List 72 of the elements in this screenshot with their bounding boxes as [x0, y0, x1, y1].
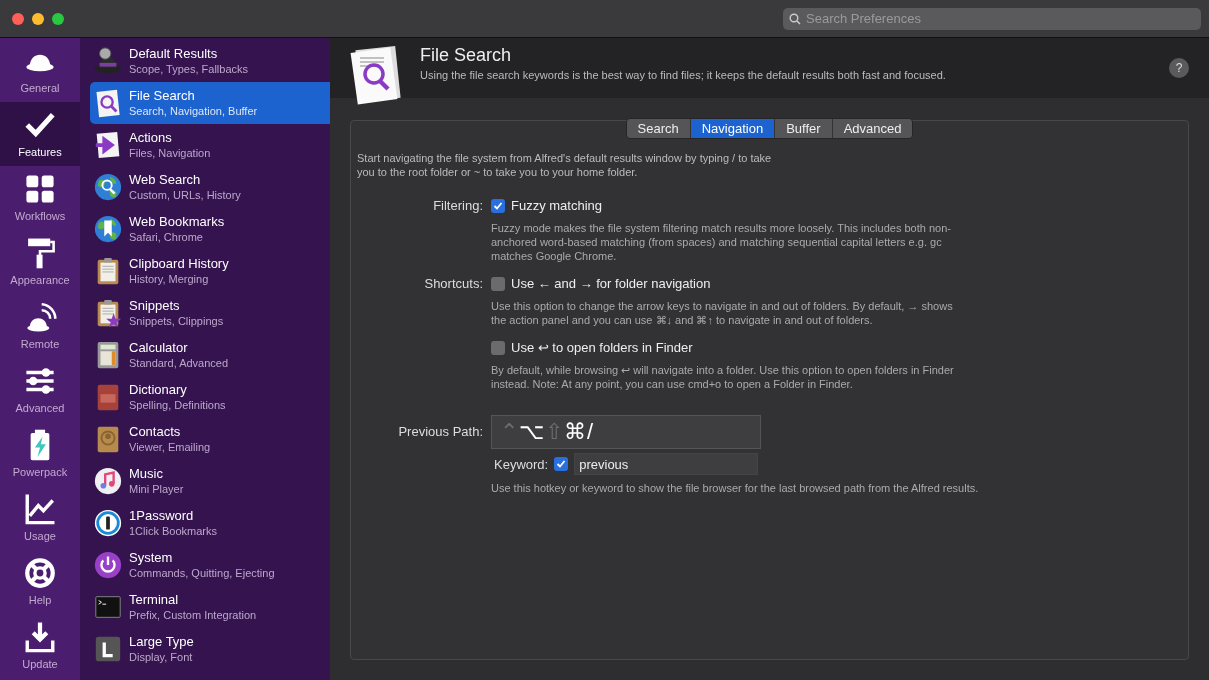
page-description: Using the file search keywords is the best way to find files; it keeps the default results both fast and focused. — [420, 69, 947, 81]
feature-item[interactable]: 1Password 1Click Bookmarks — [90, 502, 330, 544]
feature-item[interactable]: Default Results Scope, Types, Fallbacks — [90, 40, 330, 82]
help-text: Fuzzy mode makes the file system filtering match results more loosely. This includes both non-anchored word-based matching (from spaces) and matching sequential capital letters e.g. gc matches Google Chrome. — [491, 221, 952, 263]
feature-item[interactable]: Snippets Snippets, Clippings — [90, 292, 330, 334]
rail-item[interactable]: Features — [0, 102, 80, 166]
page-title: File Search — [420, 45, 513, 66]
option-label: Use ↩ to open folders in Finder — [511, 339, 693, 357]
minimize-button[interactable] — [32, 12, 44, 25]
hotkey-symbol: / — [587, 419, 594, 445]
rail-item[interactable]: Remote — [0, 294, 80, 358]
search-field[interactable]: Search Preferences — [783, 7, 1201, 30]
chart-icon — [23, 492, 57, 526]
feature-item[interactable]: File Search Search, Navigation, Buffer — [90, 82, 330, 124]
letter-tile-icon — [93, 634, 123, 664]
rail-item[interactable]: Powerpack — [0, 422, 80, 486]
setting-label: Filtering: — [433, 197, 483, 215]
help-text: Use this hotkey or keyword to show the file browser for the last browsed path from the Alfred results. — [491, 481, 980, 495]
music-note-icon — [93, 466, 123, 496]
search-icon — [789, 12, 801, 25]
tab[interactable]: Navigation — [690, 119, 776, 138]
feature-item[interactable]: Web Search Custom, URLs, History — [90, 166, 330, 208]
feature-item[interactable]: Clipboard History History, Merging — [90, 250, 330, 292]
help-text: By default, while browsing ↩ will navigate into a folder. Use this option to open folders in Finder instead. Note: At any point, you can use cmd+o to open a Folder in Finder. — [491, 363, 955, 391]
document-magnifier-icon — [350, 44, 404, 106]
feature-item[interactable]: Terminal Prefix, Custom Integration — [90, 586, 330, 628]
rail-item[interactable]: General — [0, 38, 80, 102]
lifebuoy-icon — [23, 556, 57, 590]
feature-item[interactable]: Contacts Viewer, Emailing — [90, 418, 330, 460]
tab[interactable]: Search — [626, 119, 691, 138]
feature-item[interactable]: System Commands, Quitting, Ejecting — [90, 544, 330, 586]
globe-magnifier-icon — [93, 172, 123, 202]
rail-item[interactable]: Usage — [0, 486, 80, 550]
hotkey-symbol: ⇧ — [545, 419, 563, 445]
keyword-field[interactable]: previous — [574, 453, 759, 475]
hotkey-symbol: ⌃ — [500, 419, 518, 445]
intro-text: Start navigating the file system from Alfred's default results window by typing / to take you to the root folder or ~ to take you to your home folder. — [357, 151, 772, 179]
power-icon — [93, 550, 123, 580]
checkbox[interactable] — [554, 457, 569, 471]
rail-item[interactable]: Advanced — [0, 358, 80, 422]
feature-item[interactable]: Music Mini Player — [90, 460, 330, 502]
feature-item[interactable]: Large Type Display, Font — [90, 628, 330, 670]
hat-icon — [93, 46, 123, 76]
rail-item[interactable]: Help — [0, 550, 80, 614]
grid-icon — [23, 172, 57, 206]
hotkey-field[interactable]: ⌃⌥⇧⌘/ — [491, 415, 761, 449]
keyhole-icon — [93, 508, 123, 538]
option-label: Fuzzy matching — [511, 197, 603, 215]
keyword-label: Keyword: — [494, 456, 549, 472]
help-button[interactable]: ? — [1169, 58, 1189, 78]
feature-item[interactable]: Actions Files, Navigation — [90, 124, 330, 166]
setting-label: Previous Path: — [398, 423, 483, 441]
checkbox[interactable] — [491, 199, 505, 213]
tab[interactable]: Buffer — [775, 119, 833, 138]
rail-item[interactable]: Update — [0, 614, 80, 678]
download-icon — [23, 620, 57, 654]
zoom-button[interactable] — [52, 12, 64, 25]
hotkey-symbol: ⌥ — [519, 419, 544, 445]
tab[interactable]: Advanced — [832, 119, 913, 138]
hotkey-symbol: ⌘ — [564, 419, 586, 445]
close-button[interactable] — [12, 12, 24, 25]
feature-item[interactable]: Calculator Standard, Advanced — [90, 334, 330, 376]
option-label: Use ← and → for folder navigation — [511, 275, 711, 293]
feature-item[interactable]: Dictionary Spelling, Definitions — [90, 376, 330, 418]
rail-item[interactable]: Workflows — [0, 166, 80, 230]
globe-bookmark-icon — [93, 214, 123, 244]
checkbox[interactable] — [491, 277, 505, 291]
rail-item[interactable]: Appearance — [0, 230, 80, 294]
help-text: Use this option to change the arrow keys to navigate in and out of folders. By default, → shows the action panel and you can use ⌘↓ and ⌘↑ to navigate in and out of folders. — [491, 299, 954, 327]
setting-label: Shortcuts: — [424, 275, 483, 293]
feature-item[interactable]: Web Bookmarks Safari, Chrome — [90, 208, 330, 250]
checkbox[interactable] — [491, 341, 505, 355]
